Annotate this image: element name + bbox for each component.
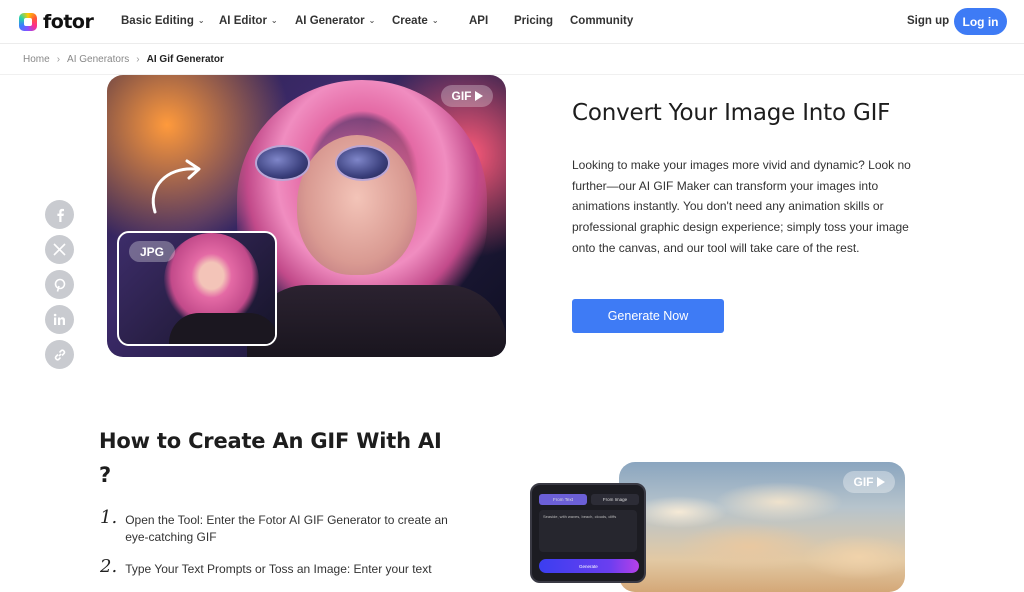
step-item: 2. Type Your Text Prompts or Toss an Ima… bbox=[100, 558, 465, 578]
sky-preview-image: GIF bbox=[619, 462, 905, 592]
nav-label: Create bbox=[392, 15, 428, 27]
phone-mockup: From Text From Image Seaside, with waves… bbox=[530, 483, 646, 583]
social-share-bar bbox=[45, 200, 74, 369]
nav-basic-editing[interactable]: Basic Editing ⌄ bbox=[121, 15, 205, 27]
fotor-logo-icon bbox=[19, 13, 37, 31]
signup-link[interactable]: Sign up bbox=[907, 15, 949, 27]
linkedin-icon[interactable] bbox=[45, 305, 74, 334]
nav-label: AI Editor bbox=[219, 15, 267, 27]
logo-text: fotor bbox=[43, 11, 94, 33]
nav-label: Basic Editing bbox=[121, 15, 194, 27]
step-text: Open the Tool: Enter the Fotor AI GIF Ge… bbox=[125, 513, 448, 544]
hero-description: Looking to make your images more vivid a… bbox=[572, 158, 911, 255]
gif-badge: GIF bbox=[441, 85, 493, 107]
nav-ai-generator[interactable]: AI Generator ⌄ bbox=[295, 15, 375, 27]
step-number: 1. bbox=[100, 507, 118, 528]
phone-prompt-area: Seaside, with waves, beach, clouds, clif… bbox=[539, 510, 637, 552]
fotor-logo[interactable]: fotor bbox=[19, 11, 94, 33]
hero-jacket bbox=[247, 285, 506, 357]
chevron-right-icon: › bbox=[56, 54, 61, 65]
chevron-right-icon: › bbox=[136, 54, 140, 65]
play-icon bbox=[474, 91, 483, 101]
chevron-down-icon: ⌄ bbox=[270, 15, 278, 25]
generate-now-button[interactable]: Generate Now bbox=[572, 299, 724, 333]
breadcrumb-ai-generators[interactable]: AI Generators bbox=[67, 54, 129, 65]
nav-label: AI Generator bbox=[295, 15, 365, 27]
jpg-thumbnail: JPG bbox=[117, 231, 277, 346]
breadcrumb-home[interactable]: Home bbox=[23, 54, 50, 65]
nav-label: API bbox=[469, 15, 489, 27]
sunglasses bbox=[255, 145, 405, 185]
phone-generate-button: Generate bbox=[539, 559, 639, 573]
gif-badge: GIF bbox=[843, 471, 895, 493]
x-icon[interactable] bbox=[45, 235, 74, 264]
hero-image: GIF JPG bbox=[107, 75, 506, 357]
pinterest-icon[interactable] bbox=[45, 270, 74, 299]
step-number: 2. bbox=[100, 556, 118, 577]
chevron-down-icon: ⌄ bbox=[197, 15, 205, 25]
login-button[interactable]: Log in bbox=[954, 8, 1007, 35]
nav-create[interactable]: Create ⌄ bbox=[392, 15, 439, 27]
play-icon bbox=[876, 477, 885, 487]
step-text: Type Your Text Prompts or Toss an Image:… bbox=[125, 562, 432, 576]
how-to-title: How to Create An GIF With AI ? bbox=[99, 429, 442, 487]
breadcrumb-current: AI Gif Generator bbox=[146, 54, 224, 65]
step-item: 1. Open the Tool: Enter the Fotor AI GIF… bbox=[100, 509, 465, 546]
phone-tabs: From Text From Image bbox=[539, 494, 639, 505]
link-icon[interactable] bbox=[45, 340, 74, 369]
nav-pricing[interactable]: Pricing bbox=[514, 15, 553, 27]
hero-title: Convert Your Image Into GIF bbox=[572, 100, 891, 126]
nav-community[interactable]: Community bbox=[570, 15, 633, 27]
nav-api[interactable]: API bbox=[469, 15, 488, 27]
tab-from-text: From Text bbox=[539, 494, 587, 505]
jpg-badge: JPG bbox=[129, 241, 175, 262]
chevron-down-icon: ⌄ bbox=[431, 15, 439, 25]
tab-from-image: From Image bbox=[591, 494, 639, 505]
nav-ai-editor[interactable]: AI Editor ⌄ bbox=[219, 15, 278, 27]
nav-label: Pricing bbox=[514, 15, 553, 27]
facebook-icon[interactable] bbox=[45, 200, 74, 229]
gif-badge-label: GIF bbox=[451, 89, 472, 103]
nav-label: Community bbox=[570, 15, 634, 27]
gif-badge-label: GIF bbox=[853, 475, 874, 489]
top-navbar: fotor Basic Editing ⌄ AI Editor ⌄ AI Gen… bbox=[0, 0, 1024, 44]
curved-arrow-icon bbox=[151, 159, 201, 214]
breadcrumb: Home › AI Generators › AI Gif Generator bbox=[23, 54, 224, 65]
chevron-down-icon: ⌄ bbox=[368, 15, 376, 25]
